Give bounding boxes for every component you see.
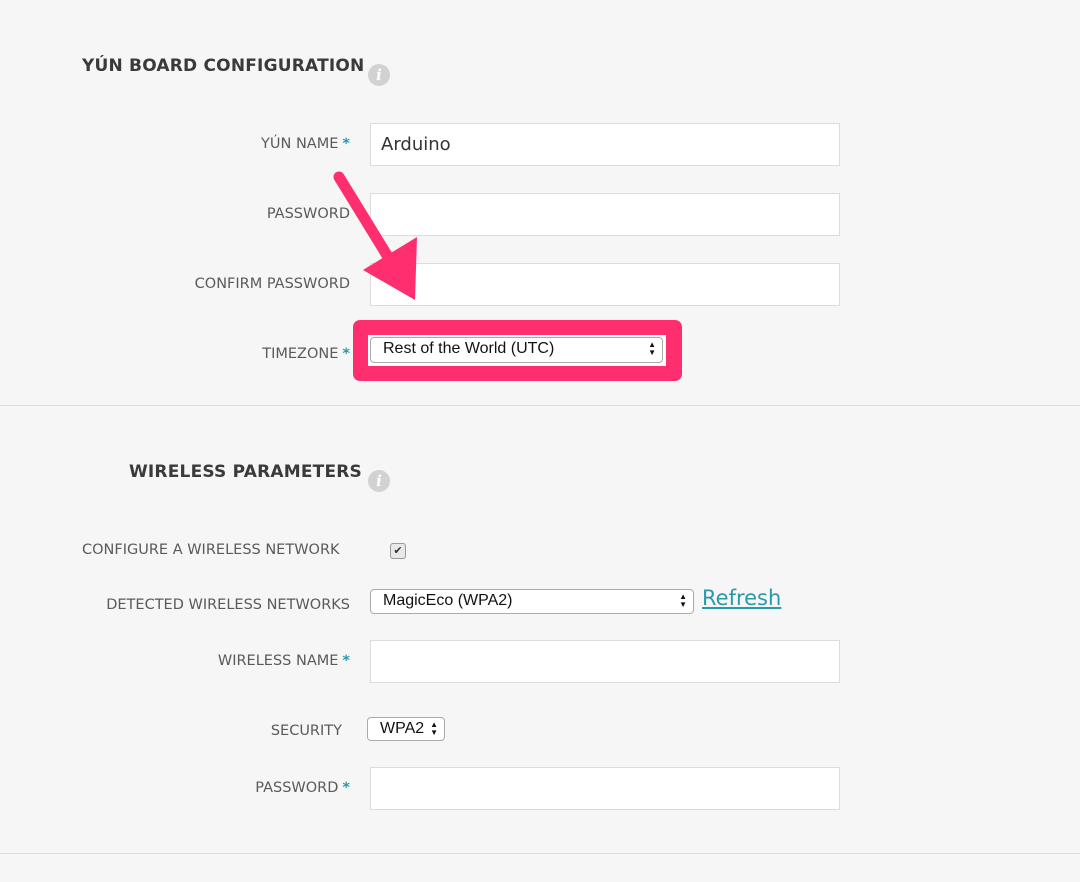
required-star: * <box>342 653 350 669</box>
select-arrows-icon: ▲ ▼ <box>648 340 656 357</box>
section-divider <box>0 405 1080 406</box>
wireless-password-input[interactable] <box>370 767 840 810</box>
yun-name-input[interactable]: Arduino <box>370 123 840 166</box>
board-config-heading: YÚN BOARD CONFIGURATION <box>82 56 365 76</box>
section-divider <box>0 853 1080 854</box>
detected-networks-select[interactable]: MagicEco (WPA2) ▲ ▼ <box>370 589 694 614</box>
confirm-password-input[interactable] <box>370 263 840 306</box>
info-icon[interactable]: i <box>368 64 390 86</box>
info-icon[interactable]: i <box>368 470 390 492</box>
wireless-name-label: WIRELESS NAME * <box>218 653 350 669</box>
configure-wireless-checkbox[interactable]: ✔ <box>390 543 406 559</box>
required-star: * <box>342 136 350 152</box>
timezone-value: Rest of the World (UTC) <box>383 340 555 357</box>
label-text: PASSWORD <box>255 780 339 796</box>
yun-name-label: YÚN NAME * <box>261 136 350 152</box>
wireless-password-label: PASSWORD * <box>255 780 350 796</box>
security-label: SECURITY <box>270 723 342 739</box>
label-text: YÚN NAME <box>261 136 339 152</box>
required-star: * <box>342 780 350 796</box>
refresh-link[interactable]: Refresh <box>702 586 781 610</box>
timezone-select[interactable]: Rest of the World (UTC) ▲ ▼ <box>370 337 663 363</box>
wireless-heading: WIRELESS PARAMETERS <box>128 462 362 482</box>
security-value: WPA2 <box>380 720 425 737</box>
security-select[interactable]: WPA2 ▲ ▼ <box>367 717 445 741</box>
pointer-arrow-icon <box>333 171 417 300</box>
detected-networks-label: DETECTED WIRELESS NETWORKS <box>106 597 350 613</box>
label-text: TIMEZONE <box>262 346 339 362</box>
select-arrows-icon: ▲ ▼ <box>430 720 438 737</box>
wireless-name-input[interactable] <box>370 640 840 683</box>
label-text: WIRELESS NAME <box>217 653 339 669</box>
password-input[interactable] <box>370 193 840 236</box>
configure-wireless-label: CONFIGURE A WIRELESS NETWORK <box>82 542 340 558</box>
required-star: * <box>342 346 350 362</box>
select-arrows-icon: ▲ ▼ <box>679 592 687 609</box>
timezone-label: TIMEZONE * <box>262 346 350 362</box>
network-value: MagicEco (WPA2) <box>383 592 513 609</box>
